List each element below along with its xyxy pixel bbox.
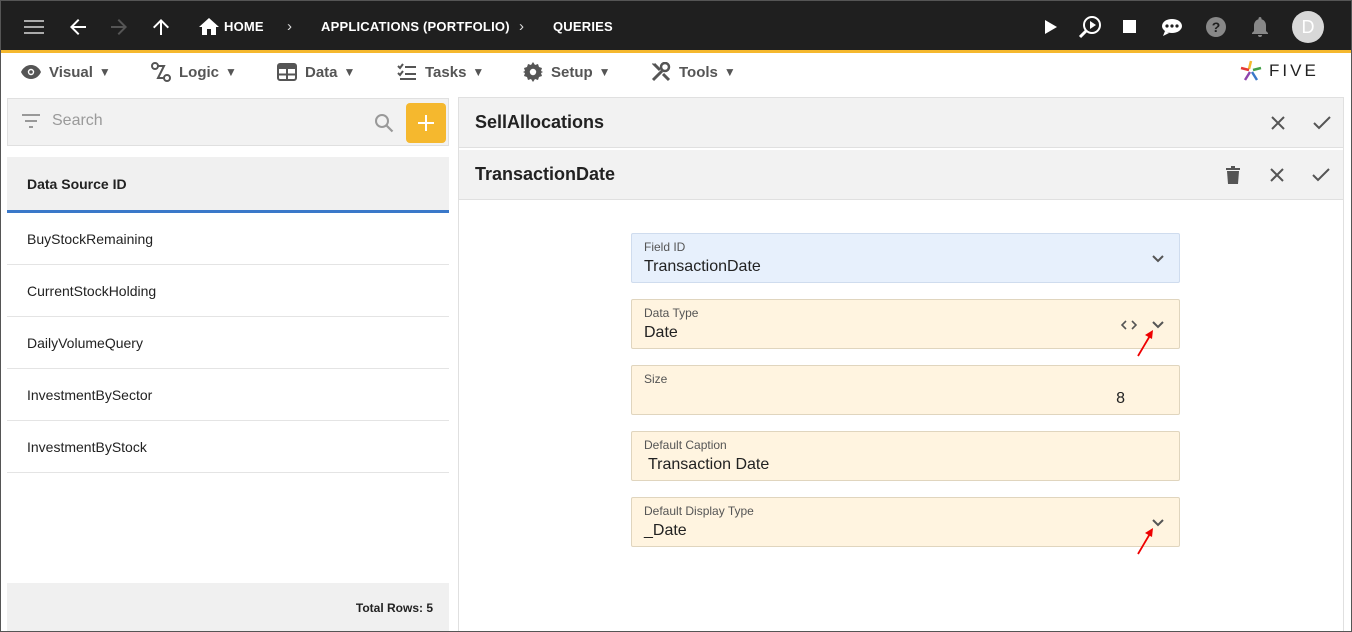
detail-panel: SellAllocations TransactionDate Field ID <box>458 97 1344 631</box>
menu-setup-label: Setup <box>551 63 593 81</box>
home-icon[interactable] <box>195 13 223 41</box>
chat-bot-icon[interactable] <box>1158 13 1186 41</box>
column-header-label: Data Source ID <box>27 176 127 192</box>
logic-icon <box>151 62 171 82</box>
caret-down-icon: ▼ <box>723 65 736 79</box>
add-button[interactable] <box>406 103 446 143</box>
bell-icon[interactable] <box>1246 13 1274 41</box>
caret-down-icon: ▼ <box>472 65 485 79</box>
annotation-arrow-icon <box>1137 528 1153 555</box>
menu-visual[interactable]: Visual ▼ <box>21 61 111 83</box>
top-bar: HOME › APPLICATIONS (PORTFOLIO) › QUERIE… <box>1 1 1351 53</box>
list-item[interactable]: CurrentStockHolding <box>7 265 449 317</box>
menu-data-label: Data <box>305 63 338 81</box>
subform-title: TransactionDate <box>475 164 616 184</box>
list-item[interactable]: DailyVolumeQuery <box>7 317 449 369</box>
menu-data[interactable]: Data ▼ <box>277 61 355 83</box>
caret-down-icon: ▼ <box>225 65 237 79</box>
data-type-value: Date <box>644 324 678 341</box>
help-icon[interactable]: ? <box>1202 13 1230 41</box>
menu-bar: Visual ▼ Logic ▼ Data ▼ Tasks ▼ Setup ▼ … <box>1 53 1351 91</box>
play-icon[interactable] <box>1037 13 1065 41</box>
search-icon[interactable] <box>374 113 394 138</box>
field-id-select[interactable]: Field ID TransactionDate <box>631 233 1180 283</box>
plus-icon <box>418 115 434 131</box>
menu-logic-label: Logic <box>179 63 219 81</box>
delete-icon[interactable] <box>1221 163 1245 187</box>
search-bar: Search <box>7 98 449 146</box>
user-avatar[interactable]: D <box>1292 11 1324 43</box>
close-icon[interactable] <box>1265 163 1289 187</box>
app-window: HOME › APPLICATIONS (PORTFOLIO) › QUERIE… <box>0 0 1352 632</box>
list-item[interactable]: BuyStockRemaining <box>7 213 449 265</box>
tasks-icon <box>397 63 416 80</box>
menu-tools[interactable]: Tools ▼ <box>651 61 736 83</box>
back-arrow-icon[interactable] <box>64 13 92 41</box>
size-field[interactable]: Size 8 <box>631 365 1180 415</box>
menu-setup[interactable]: Setup ▼ <box>523 61 611 83</box>
eye-icon <box>21 65 41 79</box>
form-title: SellAllocations <box>475 112 605 132</box>
hamburger-menu-icon[interactable] <box>20 13 48 41</box>
filter-icon[interactable] <box>22 114 40 133</box>
size-value: 8 <box>1116 390 1125 407</box>
total-rows: Total Rows: 5 <box>355 601 433 615</box>
list-column-header[interactable]: Data Source ID <box>7 157 449 213</box>
up-arrow-icon[interactable] <box>147 13 175 41</box>
field-id-value: TransactionDate <box>644 258 761 275</box>
breadcrumb-queries[interactable]: QUERIES <box>553 1 613 53</box>
five-logo-icon <box>1240 60 1262 81</box>
form-header: SellAllocations <box>459 98 1343 148</box>
breadcrumb-applications[interactable]: APPLICATIONS (PORTFOLIO) <box>321 1 510 53</box>
menu-tasks[interactable]: Tasks ▼ <box>397 61 484 83</box>
field-id-label: Field ID <box>644 240 686 254</box>
logo-text: FIVE <box>1269 61 1319 80</box>
caret-down-icon: ▼ <box>598 65 611 79</box>
menu-tasks-label: Tasks <box>425 63 467 81</box>
gear-icon <box>523 62 543 82</box>
annotation-arrow-icon <box>1137 330 1153 357</box>
check-icon[interactable] <box>1309 163 1333 187</box>
menu-logic[interactable]: Logic ▼ <box>151 61 237 83</box>
data-type-label: Data Type <box>644 306 699 320</box>
chevron-right-icon: › <box>519 18 524 35</box>
chevron-right-icon: › <box>287 18 292 35</box>
svg-text:?: ? <box>1212 19 1221 35</box>
default-caption-value: Transaction Date <box>648 456 770 473</box>
breadcrumb-home[interactable]: HOME <box>224 1 264 53</box>
caret-down-icon: ▼ <box>98 65 111 79</box>
caret-down-icon: ▼ <box>343 65 356 79</box>
debug-play-icon[interactable] <box>1076 13 1104 41</box>
five-logo: FIVE <box>1239 57 1331 85</box>
chevron-down-icon[interactable] <box>1148 249 1168 269</box>
subform-header: TransactionDate <box>459 150 1343 200</box>
default-display-type-label: Default Display Type <box>644 504 754 518</box>
tools-icon <box>651 62 671 82</box>
list-item[interactable]: InvestmentByStock <box>7 421 449 473</box>
close-icon[interactable] <box>1266 111 1290 135</box>
check-icon[interactable] <box>1310 111 1334 135</box>
forward-arrow-icon[interactable] <box>105 13 133 41</box>
menu-visual-label: Visual <box>49 63 93 81</box>
search-input[interactable]: Search <box>52 112 103 130</box>
menu-tools-label: Tools <box>679 63 718 81</box>
default-display-type-value: _Date <box>644 522 687 539</box>
table-icon <box>277 63 297 81</box>
default-display-type-select[interactable]: Default Display Type _Date <box>631 497 1180 547</box>
default-caption-label: Default Caption <box>644 438 727 452</box>
data-source-list: Data Source ID BuyStockRemaining Current… <box>7 157 449 631</box>
size-label: Size <box>644 372 668 386</box>
default-caption-field[interactable]: Default Caption Transaction Date <box>631 431 1180 481</box>
stop-icon[interactable] <box>1116 13 1144 41</box>
list-item[interactable]: InvestmentBySector <box>7 369 449 421</box>
list-footer: Total Rows: 5 <box>7 583 449 631</box>
data-type-select[interactable]: Data Type Date <box>631 299 1180 349</box>
